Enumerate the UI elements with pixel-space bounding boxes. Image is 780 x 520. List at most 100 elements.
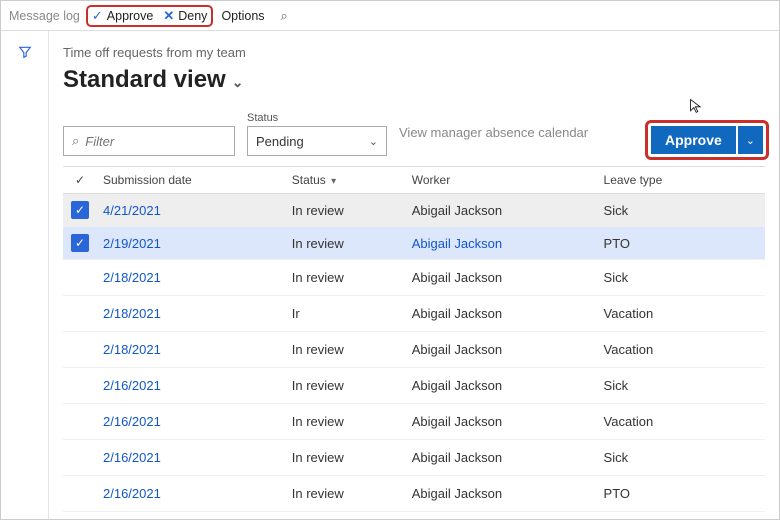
table-header-row: ✓ Submission date Status ▾ Worker Leave … — [63, 167, 765, 194]
table-row[interactable]: 2/18/2021IrAbigail JacksonVacation — [63, 296, 765, 332]
approve-deny-group-highlight: ✓ Approve ✕ Deny — [86, 5, 214, 27]
table-row[interactable]: 2/16/2021In reviewAbigail JacksonSick — [63, 440, 765, 476]
table-row[interactable]: 2/18/2021In reviewAbigail JacksonSick — [63, 260, 765, 296]
chevron-down-icon: ⌄ — [369, 135, 378, 148]
cell-leave-type: Sick — [598, 368, 765, 404]
filter-input-wrapper[interactable]: ⌕ — [63, 126, 235, 156]
header-check[interactable]: ✓ — [63, 167, 97, 194]
cell-worker: Abigail Jackson — [406, 404, 598, 440]
cell-status: In review — [286, 440, 406, 476]
deny-button[interactable]: ✕ Deny — [163, 8, 207, 24]
cell-status: Ir — [286, 296, 406, 332]
approve-label: Approve — [107, 9, 154, 23]
check-icon — [71, 483, 89, 501]
cell-status: In review — [286, 512, 406, 520]
row-checkbox[interactable] — [63, 260, 97, 296]
primary-approve-button[interactable]: Approve — [651, 126, 736, 154]
row-checkbox[interactable] — [63, 476, 97, 512]
cell-leave-type: Sick — [598, 440, 765, 476]
check-icon — [71, 447, 89, 465]
funnel-icon: ▾ — [331, 176, 336, 187]
cell-status: In review — [286, 332, 406, 368]
cell-worker: Abigail Jackson — [406, 332, 598, 368]
requests-table: ✓ Submission date Status ▾ Worker Leave … — [63, 166, 765, 519]
cell-leave-type: Vacation — [598, 332, 765, 368]
cell-submission-date[interactable]: 2/16/2021 — [97, 368, 286, 404]
search-icon[interactable]: ⌕ — [281, 8, 288, 24]
header-worker[interactable]: Worker — [406, 167, 598, 194]
row-checkbox[interactable] — [63, 440, 97, 476]
cell-submission-date[interactable]: 2/16/2021 — [97, 404, 286, 440]
cell-leave-type: Vacation — [598, 296, 765, 332]
row-checkbox[interactable]: ✓ — [63, 227, 97, 260]
table-row[interactable]: 2/16/2021In reviewAbigail JacksonPTO — [63, 476, 765, 512]
table-row[interactable]: ✓4/21/2021In reviewAbigail JacksonSick — [63, 194, 765, 227]
chevron-down-icon: ⌄ — [232, 74, 244, 91]
status-filter: Status Pending ⌄ — [247, 112, 387, 156]
check-icon: ✓ — [71, 201, 89, 219]
row-checkbox[interactable] — [63, 512, 97, 520]
cell-worker: Abigail Jackson — [406, 476, 598, 512]
table-row[interactable]: 2/16/2021In reviewAbigail JacksonVacatio… — [63, 404, 765, 440]
cell-worker: Abigail Jackson — [406, 227, 598, 260]
x-icon: ✕ — [163, 8, 174, 24]
cell-submission-date[interactable]: 4/21/2021 — [97, 194, 286, 227]
filter-input[interactable] — [85, 134, 226, 149]
cell-status: In review — [286, 227, 406, 260]
header-leave[interactable]: Leave type — [598, 167, 765, 194]
primary-approve-highlight: Approve ⌄ — [645, 120, 769, 160]
check-icon: ✓ — [92, 8, 103, 24]
cell-submission-date[interactable]: 2/18/2021 — [97, 332, 286, 368]
approve-button[interactable]: ✓ Approve — [92, 8, 153, 24]
cell-status: In review — [286, 476, 406, 512]
row-checkbox[interactable] — [63, 404, 97, 440]
row-checkbox[interactable] — [63, 332, 97, 368]
header-status[interactable]: Status ▾ — [286, 167, 406, 194]
check-icon — [71, 339, 89, 357]
row-checkbox[interactable] — [63, 368, 97, 404]
cell-leave-type: PTO — [598, 512, 765, 520]
page-title-text: Standard view — [63, 66, 226, 94]
cell-worker: Abigail Jackson — [406, 512, 598, 520]
cell-worker: Abigail Jackson — [406, 260, 598, 296]
cell-submission-date[interactable]: 2/16/2021 — [97, 476, 286, 512]
cell-submission-date[interactable]: 2/18/2021 — [97, 296, 286, 332]
table-row[interactable]: 2/18/2021In reviewAbigail JacksonVacatio… — [63, 332, 765, 368]
cell-submission-date[interactable]: 2/16/2021 — [97, 440, 286, 476]
check-icon: ✓ — [71, 234, 89, 252]
filter-row: ⌕ Status Pending ⌄ View manager absence … — [63, 112, 765, 156]
cell-submission-date[interactable]: 2/18/2021 — [97, 260, 286, 296]
search-icon: ⌕ — [72, 133, 79, 149]
cell-leave-type: PTO — [598, 476, 765, 512]
filter-funnel-icon[interactable] — [18, 45, 32, 62]
header-submission[interactable]: Submission date — [97, 167, 286, 194]
cell-status: In review — [286, 368, 406, 404]
page-title[interactable]: Standard view ⌄ — [63, 66, 243, 94]
primary-approve-dropdown[interactable]: ⌄ — [738, 126, 763, 154]
message-log-label[interactable]: Message log — [9, 9, 80, 23]
table-row[interactable]: ✓ 2/19/2021In reviewAbigail JacksonPTO — [63, 227, 765, 260]
table-row[interactable]: 10/28/2020In reviewAbigail JacksonPTO — [63, 512, 765, 520]
cell-leave-type: Sick — [598, 194, 765, 227]
side-rail — [1, 31, 49, 519]
cell-leave-type: Vacation — [598, 404, 765, 440]
check-icon — [71, 411, 89, 429]
row-checkbox[interactable]: ✓ — [63, 194, 97, 227]
status-label: Status — [247, 112, 387, 124]
cell-submission-date[interactable]: 2/19/2021 — [97, 227, 286, 260]
cell-submission-date[interactable]: 10/28/2020 — [97, 512, 286, 520]
calendar-link[interactable]: View manager absence calendar — [399, 125, 588, 140]
cell-worker: Abigail Jackson — [406, 194, 598, 227]
options-button[interactable]: Options — [221, 9, 264, 23]
cell-worker: Abigail Jackson — [406, 368, 598, 404]
cell-status: In review — [286, 404, 406, 440]
row-checkbox[interactable] — [63, 296, 97, 332]
cell-leave-type: Sick — [598, 260, 765, 296]
main-layout: Time off requests from my team Standard … — [1, 31, 779, 519]
content-area: Time off requests from my team Standard … — [49, 31, 779, 519]
table-body: ✓4/21/2021In reviewAbigail JacksonSick✓2… — [63, 194, 765, 520]
page-subtitle: Time off requests from my team — [63, 45, 765, 60]
cell-leave-type: PTO — [598, 227, 765, 260]
status-select[interactable]: Pending ⌄ — [247, 126, 387, 156]
table-row[interactable]: 2/16/2021In reviewAbigail JacksonSick — [63, 368, 765, 404]
